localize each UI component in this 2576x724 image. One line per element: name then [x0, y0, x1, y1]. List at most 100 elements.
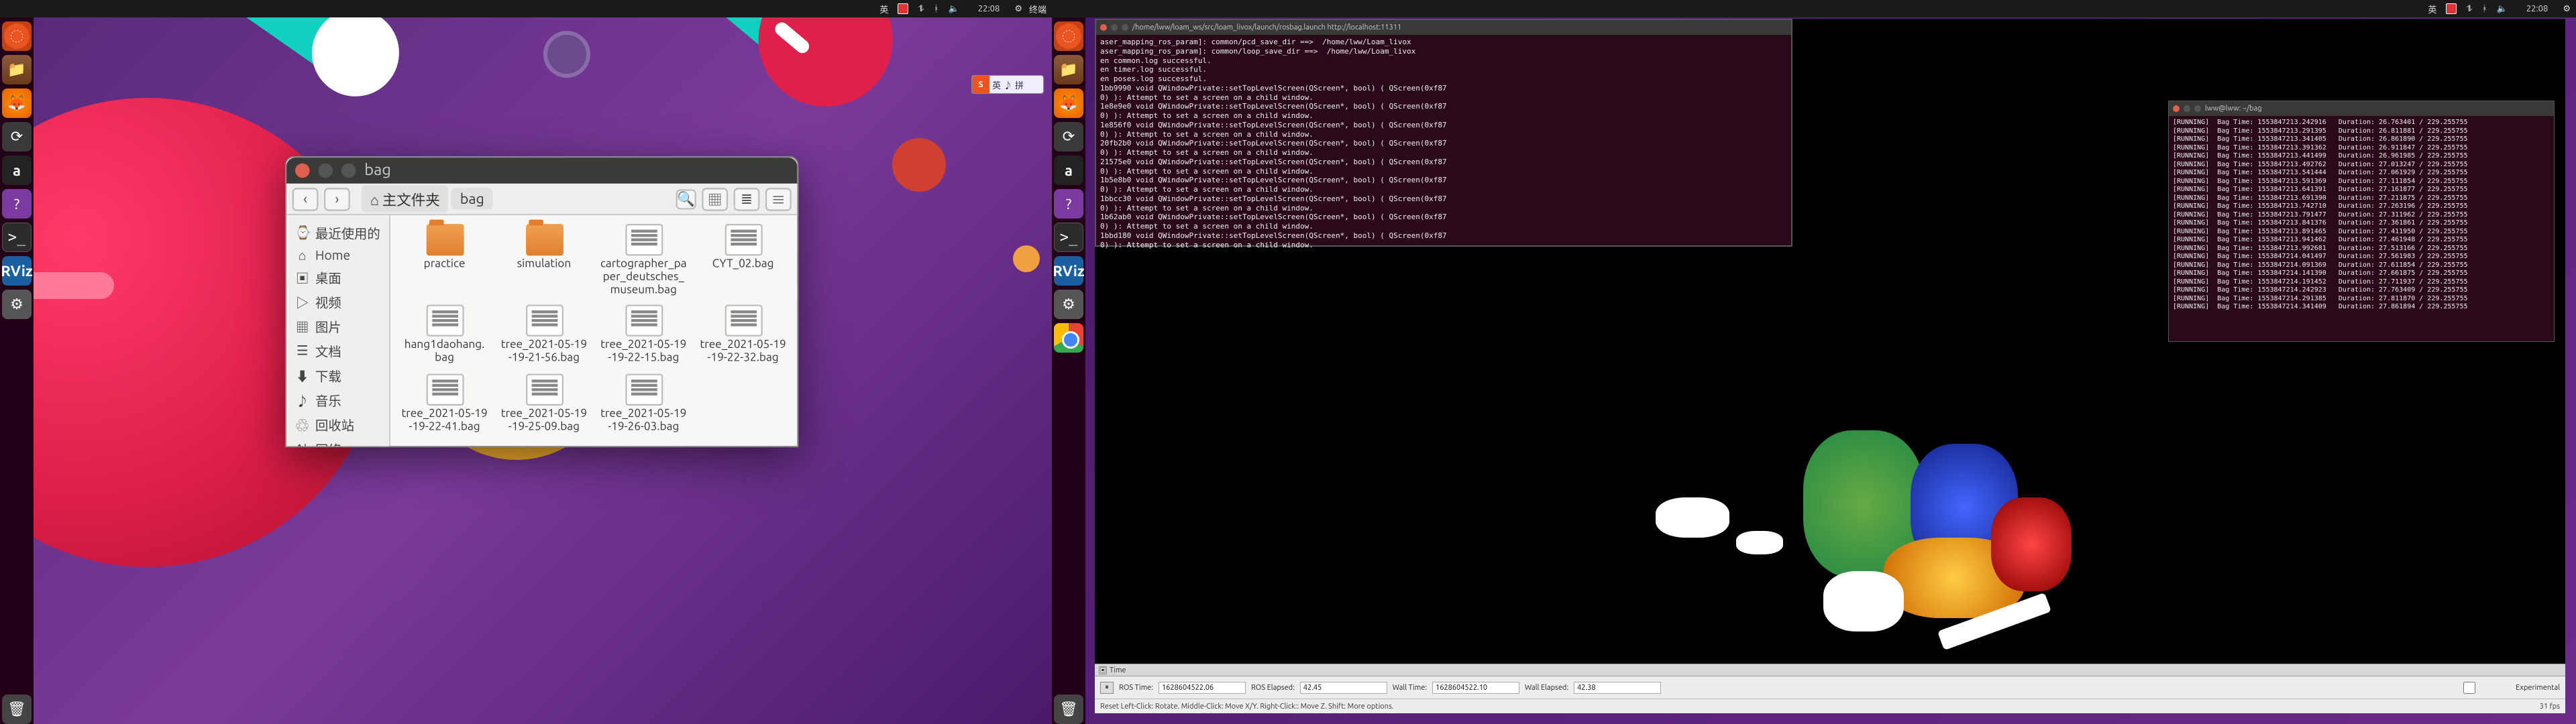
minimize-icon[interactable] — [318, 164, 333, 178]
network-icon[interactable]: ⥮ — [2466, 4, 2472, 14]
launcher-rviz[interactable]: RViz — [1054, 256, 1083, 286]
terminal-output[interactable]: aser_mapping_ros_param]: common/pcd_save… — [1096, 35, 1791, 252]
file-item[interactable]: tree_2021-05-19-19-22-15.bag — [595, 302, 692, 368]
maximize-icon[interactable] — [1122, 24, 1128, 31]
launcher-settings[interactable]: ⚙ — [2, 290, 32, 319]
file-item[interactable]: cartographer_paper_deutsches_museum.bag — [595, 221, 692, 300]
launcher-terminal[interactable]: >_ — [1054, 223, 1083, 252]
terminal-titlebar[interactable]: lww@lww: ~/bag — [2169, 101, 2554, 116]
close-icon[interactable] — [1100, 24, 1107, 31]
rosbag-terminal[interactable]: lww@lww: ~/bag [RUNNING] Bag Time: 15538… — [2168, 101, 2555, 342]
path-home[interactable]: ⌂ 主文件夹 — [362, 185, 449, 213]
file-icon — [426, 374, 464, 406]
file-item[interactable]: tree_2021-05-19-19-21-56.bag — [496, 302, 592, 368]
path-current[interactable]: bag — [451, 188, 493, 209]
file-manager-window[interactable]: bag ‹ › ⌂ 主文件夹 bag 🔍 ▦ ≣ ≡ ⌚最近使用的⌂Home▣桌… — [285, 156, 798, 447]
sidebar-item[interactable]: ☰文档 — [286, 339, 389, 364]
sidebar-item[interactable]: ♲回收站 — [286, 413, 389, 438]
rviz-time-panel-header[interactable]: ▣ Time — [1095, 664, 2565, 676]
path-bar[interactable]: ⌂ 主文件夹 bag — [362, 185, 665, 213]
terminal-output[interactable]: [RUNNING] Bag Time: 1553847213.242916 Du… — [2169, 116, 2554, 314]
close-icon[interactable] — [2173, 105, 2180, 112]
clock[interactable]: 22:08 — [978, 4, 1000, 13]
update-indicator-icon[interactable] — [2446, 3, 2457, 14]
launcher-firefox[interactable]: 🦊 — [1054, 88, 1083, 118]
file-item[interactable]: hang1daohang.bag — [396, 302, 493, 368]
launcher-ubuntu-dash[interactable]: ◌ — [1054, 21, 1083, 51]
sidebar-item[interactable]: ♪音乐 — [286, 388, 389, 413]
sidebar-item[interactable]: ▦图片 — [286, 315, 389, 340]
wall-time-field[interactable] — [1432, 682, 1519, 694]
bluetooth-icon[interactable]: ᚼ — [2482, 4, 2487, 13]
sidebar-item[interactable]: ▷视频 — [286, 290, 389, 315]
search-button[interactable]: 🔍 — [676, 188, 696, 208]
window-titlebar[interactable]: bag — [286, 158, 797, 184]
keyboard-indicator[interactable]: 英 — [2428, 3, 2436, 15]
session-icon[interactable]: ⚙ — [2563, 4, 2571, 14]
forward-button[interactable]: › — [324, 187, 350, 210]
launcher-help[interactable]: ? — [2, 189, 32, 219]
launcher-trash[interactable]: 🗑 — [1054, 695, 1083, 724]
launcher-software-center[interactable]: ⟳ — [1054, 122, 1083, 152]
minimize-icon[interactable] — [1111, 24, 1118, 31]
view-list-button[interactable]: ≣ — [734, 187, 760, 210]
update-indicator-icon[interactable] — [898, 3, 908, 14]
launcher-amazon[interactable]: a — [1054, 156, 1083, 185]
sidebar-item[interactable]: ⌚最近使用的 — [286, 221, 389, 246]
launcher-files[interactable]: 📁 — [2, 55, 32, 84]
file-item[interactable]: tree_2021-05-19-19-22-32.bag — [695, 302, 792, 368]
launcher-amazon[interactable]: a — [2, 156, 32, 185]
bluetooth-icon[interactable]: ᚼ — [934, 4, 939, 13]
close-icon[interactable] — [295, 164, 310, 178]
sidebar-item[interactable]: ⬇下载 — [286, 364, 389, 389]
ime-moon-icon[interactable]: ♪ — [1004, 78, 1012, 91]
pause-button[interactable]: ⏸ — [1100, 682, 1114, 694]
launcher-settings[interactable]: ⚙ — [1054, 290, 1083, 319]
file-grid[interactable]: practicesimulationcartographer_paper_deu… — [390, 215, 797, 446]
launcher-trash[interactable]: 🗑 — [2, 695, 32, 724]
maximize-icon[interactable] — [341, 164, 356, 178]
file-icon — [724, 224, 762, 255]
collapse-icon[interactable]: ▣ — [1099, 666, 1107, 674]
file-item[interactable]: tree_2021-05-19-19-25-09.bag — [496, 371, 592, 436]
file-item[interactable]: simulation — [496, 221, 592, 300]
file-item[interactable]: practice — [396, 221, 493, 300]
sidebar-item[interactable]: ▣桌面 — [286, 265, 389, 290]
file-item[interactable]: tree_2021-05-19-19-26-03.bag — [595, 371, 692, 436]
launcher-terminal[interactable]: >_ — [2, 223, 32, 252]
network-icon[interactable]: ⥮ — [918, 4, 924, 14]
volume-icon[interactable]: 🔈 — [949, 4, 959, 14]
roslaunch-terminal[interactable]: /home/lww/loam_ws/src/loam_livox/launch/… — [1095, 19, 1792, 247]
wall-elapsed-field[interactable] — [1574, 682, 1661, 694]
minimize-icon[interactable] — [2184, 105, 2190, 112]
experimental-check[interactable] — [2426, 682, 2513, 694]
top-panel-right: 英 ⥮ ᚼ 🔈 22:08 ⚙ — [1052, 0, 2576, 17]
view-grid-button[interactable]: ▦ — [702, 187, 728, 210]
ros-elapsed-field[interactable] — [1300, 682, 1387, 694]
launcher-software-center[interactable]: ⟳ — [2, 122, 32, 152]
clock[interactable]: 22:08 — [2526, 4, 2548, 13]
sidebar-item[interactable]: ⌂Home — [286, 245, 389, 265]
experimental-checkbox[interactable]: Experimental — [2426, 682, 2560, 694]
sidebar-item-icon: ⬇ — [295, 367, 310, 385]
launcher-help[interactable]: ? — [1054, 189, 1083, 219]
file-item[interactable]: tree_2021-05-19-19-22-41.bag — [396, 371, 493, 436]
ros-time-field[interactable] — [1159, 682, 1246, 694]
ime-mode[interactable]: 拼 — [1015, 78, 1024, 91]
launcher-chrome[interactable] — [1054, 323, 1083, 353]
terminal-titlebar[interactable]: /home/lww/loam_ws/src/loam_livox/launch/… — [1096, 20, 1791, 35]
session-icon[interactable]: ⚙ — [1014, 4, 1022, 14]
launcher-files[interactable]: 📁 — [1054, 55, 1083, 84]
ime-lang[interactable]: 英 — [992, 78, 1001, 91]
hamburger-button[interactable]: ≡ — [765, 187, 792, 210]
maximize-icon[interactable] — [2194, 105, 2201, 112]
keyboard-indicator[interactable]: 英 — [879, 3, 888, 15]
volume-icon[interactable]: 🔈 — [2497, 4, 2508, 14]
sidebar-item[interactable]: ⇅网络 — [286, 437, 389, 446]
sogou-ime-bar[interactable]: S 英 ♪ 拼 — [971, 75, 1044, 94]
back-button[interactable]: ‹ — [292, 187, 319, 210]
launcher-firefox[interactable]: 🦊 — [2, 88, 32, 118]
launcher-ubuntu-dash[interactable]: ◌ — [2, 21, 32, 51]
launcher-rviz[interactable]: RViz — [2, 256, 32, 286]
file-item[interactable]: CYT_02.bag — [695, 221, 792, 300]
